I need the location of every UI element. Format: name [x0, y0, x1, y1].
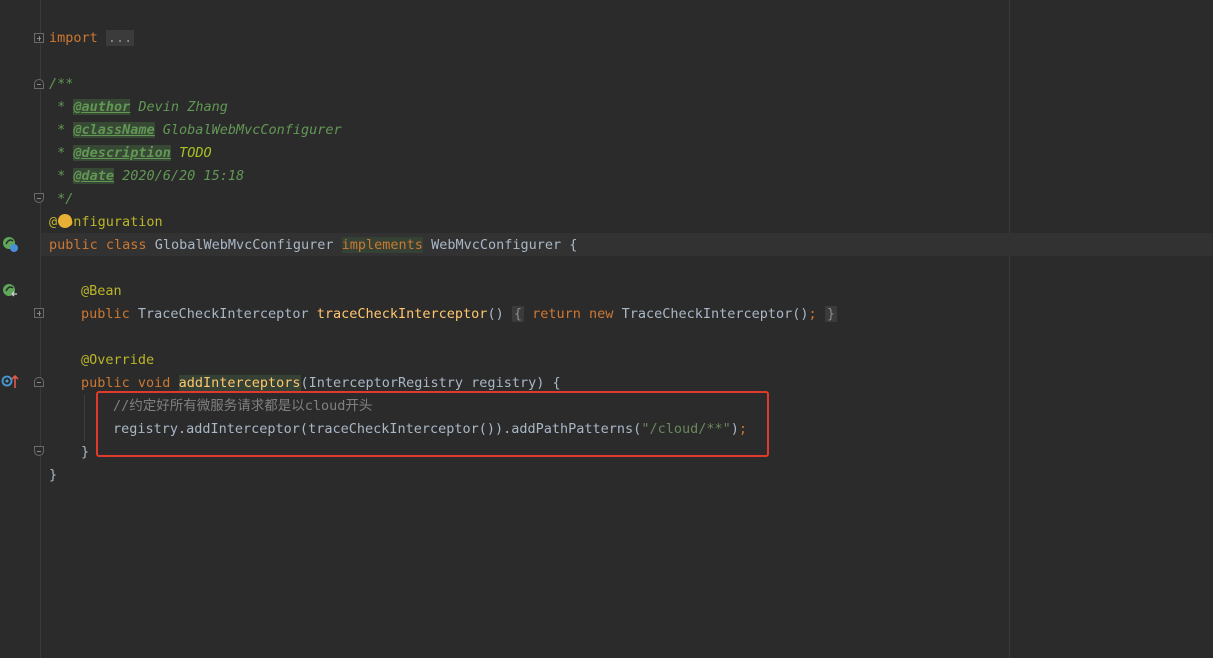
editor-gutter [0, 0, 41, 658]
code-line-doc-description: * @description TODO [49, 145, 212, 161]
code-line-doc-open: /** [49, 76, 74, 92]
intention-bulb-icon[interactable] [58, 214, 72, 228]
fold-expand-icon[interactable] [34, 33, 44, 43]
fold-collapse-icon[interactable] [34, 79, 44, 89]
code-line-close-class: } [49, 467, 58, 483]
fold-expand-icon[interactable] [34, 308, 44, 318]
highlight-annotation-box [96, 391, 769, 457]
code-line-close-method: } [81, 444, 90, 460]
fold-end-icon[interactable] [34, 193, 44, 203]
indent-guide [84, 395, 85, 441]
spring-bean-icon[interactable] [1, 282, 19, 300]
code-line-bean: @Bean [81, 283, 122, 299]
right-margin-guide [1009, 0, 1010, 658]
fold-collapse-icon[interactable] [34, 377, 44, 387]
code-line-doc-date: * @date 2020/6/20 15:18 [49, 168, 245, 184]
spring-bean-config-icon[interactable] [1, 235, 19, 253]
code-line-class-decl: public class GlobalWebMvcConfigurer impl… [49, 237, 578, 253]
code-line-override: @Override [81, 352, 155, 368]
code-line-bean-method: public TraceCheckInterceptor traceCheckI… [81, 306, 837, 322]
code-line-doc-classname: * @className GlobalWebMvcConfigurer [49, 122, 342, 138]
code-line-import: import ... [49, 30, 135, 46]
folded-imports[interactable]: ... [105, 30, 135, 46]
code-line-doc-author: * @author Devin Zhang [49, 99, 228, 115]
code-line-doc-close: */ [49, 191, 74, 207]
fold-end-icon[interactable] [34, 446, 44, 456]
override-method-icon[interactable] [1, 373, 19, 391]
